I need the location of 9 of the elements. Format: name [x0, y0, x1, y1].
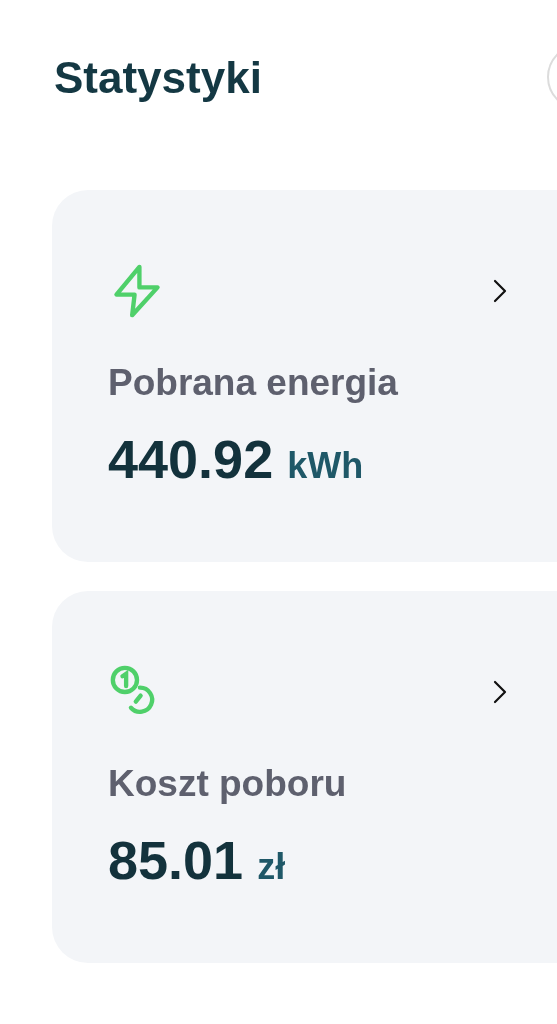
- stat-unit: kWh: [287, 444, 364, 489]
- stat-value: 440.92: [108, 428, 274, 492]
- stat-card[interactable]: Pobrana energia 440.92 kWh: [52, 190, 557, 562]
- page-title: Statystyki: [54, 51, 262, 104]
- stat-card[interactable]: Koszt poboru 85.01 zł: [52, 591, 557, 963]
- stat-unit: zł: [257, 845, 286, 890]
- stat-label: Pobrana energia: [108, 361, 399, 405]
- stat-value: 85.01: [108, 829, 244, 893]
- stat-label: Koszt poboru: [108, 762, 348, 806]
